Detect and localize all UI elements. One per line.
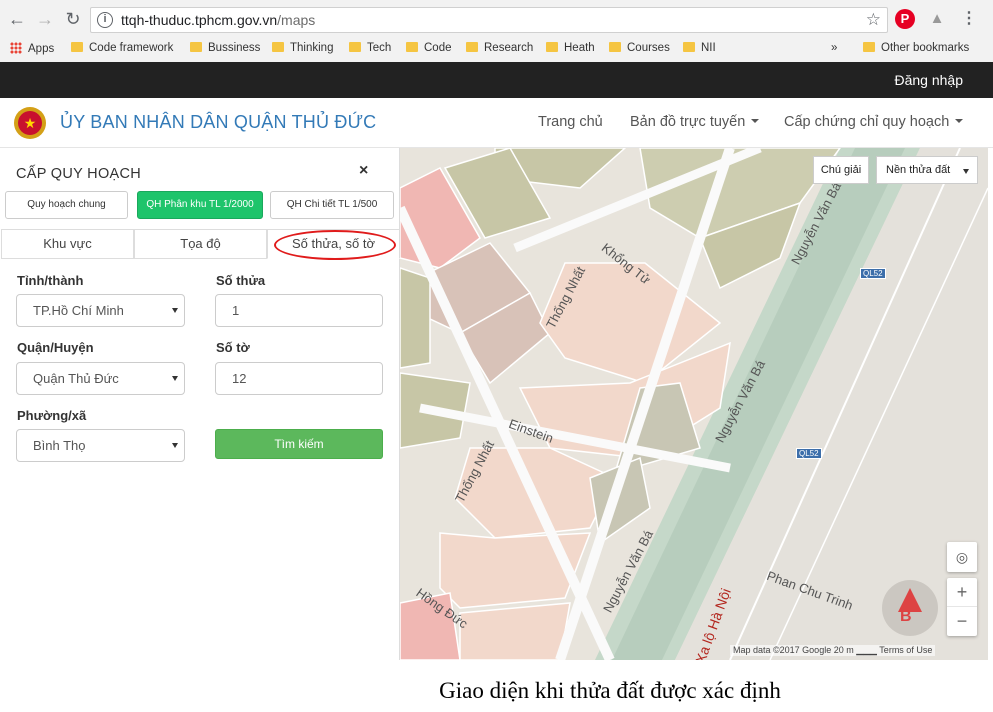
bookmark-heath[interactable]: Heath — [546, 42, 595, 58]
nav-home[interactable]: Trang chủ — [538, 114, 603, 130]
folder-icon — [609, 42, 621, 52]
nav-planning-certificate[interactable]: Cấp chứng chỉ quy hoạch — [784, 114, 964, 130]
parcel-input[interactable]: 1 — [215, 294, 383, 327]
folder-icon — [406, 42, 418, 52]
search-button[interactable]: Tìm kiếm — [215, 429, 383, 459]
bookmark-tech[interactable]: Tech — [349, 42, 391, 58]
back-icon[interactable]: ← — [6, 8, 28, 30]
pinterest-icon[interactable]: P — [895, 9, 915, 29]
address-bar[interactable]: i ttqh-thuduc.tphcm.gov.vn/maps ☆ — [90, 7, 888, 33]
bookmark-code-framework[interactable]: Code framework — [71, 42, 173, 58]
detailed-plan-button[interactable]: QH Chi tiết TL 1/500 — [270, 191, 394, 219]
tab-area[interactable]: Khu vực — [1, 229, 134, 259]
drive-icon[interactable]: ▲ — [927, 9, 947, 29]
figure-caption: Giao diện khi thửa đất được xác định — [439, 678, 781, 703]
sheet-input[interactable]: 12 — [215, 362, 383, 395]
top-bar: Đăng nhập — [0, 62, 993, 98]
info-icon[interactable]: i — [97, 12, 113, 28]
caret-down-icon — [751, 119, 760, 123]
bookmark-nii[interactable]: NII — [683, 42, 716, 58]
folder-icon — [349, 42, 361, 52]
panel-title: CẤP QUY HOẠCH — [16, 166, 142, 182]
nav-online-map[interactable]: Bản đồ trực tuyến — [630, 114, 760, 130]
highlight-ellipse — [274, 230, 396, 260]
folder-icon — [863, 42, 875, 52]
browser-toolbar: ← → ↻ i ttqh-thuduc.tphcm.gov.vn/maps ☆ … — [0, 0, 993, 38]
reload-icon[interactable]: ↻ — [62, 8, 84, 30]
route-badge: QL52 — [796, 448, 822, 459]
folder-icon — [683, 42, 695, 52]
parcel-label: Số thửa — [216, 273, 266, 288]
login-link[interactable]: Đăng nhập — [894, 72, 963, 88]
bookmarks-bar: Apps Code framework Bussiness Thinking T… — [0, 38, 993, 62]
brand-title[interactable]: ỦY BAN NHÂN DÂN QUẬN THỦ ĐỨC — [60, 112, 376, 133]
close-icon[interactable]: × — [359, 162, 368, 180]
zoom-out-button[interactable]: − — [947, 607, 977, 636]
bookmark-apps[interactable]: Apps — [10, 42, 54, 58]
compass-icon[interactable]: B — [882, 580, 938, 636]
zoom-control: + − — [947, 578, 977, 636]
bookmark-thinking[interactable]: Thinking — [272, 42, 333, 58]
url-text: ttqh-thuduc.tphcm.gov.vn/maps — [121, 12, 316, 28]
map-view[interactable]: Nguyễn Văn Bá Khổng Tử Thống Nhất Nguyễn… — [400, 148, 988, 660]
bookmark-courses[interactable]: Courses — [609, 42, 670, 58]
browser-chrome: ← → ↻ i ttqh-thuduc.tphcm.gov.vn/maps ☆ … — [0, 0, 993, 62]
district-select[interactable]: Quận Thủ Đức — [16, 362, 185, 395]
bookmark-code[interactable]: Code — [406, 42, 452, 58]
planning-panel: CẤP QUY HOẠCH × Quy hoạch chung QH Phân … — [0, 148, 400, 660]
ward-label: Phường/xã — [17, 408, 87, 423]
layer-select[interactable]: Nền thửa đất — [876, 156, 978, 184]
caret-down-icon — [963, 169, 969, 174]
national-emblem-logo: ★ — [14, 107, 46, 139]
folder-icon — [71, 42, 83, 52]
bookmark-bussiness[interactable]: Bussiness — [190, 42, 260, 58]
district-label: Quận/Huyện — [17, 340, 94, 355]
menu-dots-icon[interactable]: ⋮ — [959, 9, 979, 29]
my-location-icon[interactable]: ◎ — [947, 542, 977, 572]
forward-icon[interactable]: → — [34, 8, 56, 30]
map-attribution: Map data ©2017 Google 20 m ▁▁▁ Terms of … — [730, 645, 936, 656]
tab-coordinates[interactable]: Tọa độ — [134, 229, 267, 259]
zoom-in-button[interactable]: + — [947, 578, 977, 607]
legend-button[interactable]: Chú giải — [813, 156, 869, 184]
province-label: Tỉnh/thành — [17, 273, 84, 288]
bookmark-other[interactable]: Other bookmarks — [863, 42, 969, 58]
zoning-plan-button[interactable]: QH Phân khu TL 1/2000 — [137, 191, 263, 219]
route-badge: QL52 — [860, 268, 886, 279]
bookmark-research[interactable]: Research — [466, 42, 533, 58]
page-edge — [988, 148, 993, 660]
site-header: ★ ỦY BAN NHÂN DÂN QUẬN THỦ ĐỨC Trang chủ… — [0, 98, 993, 148]
province-select[interactable]: TP.Hồ Chí Minh — [16, 294, 185, 327]
caret-down-icon — [955, 119, 964, 123]
folder-icon — [546, 42, 558, 52]
folder-icon — [190, 42, 202, 52]
ward-select[interactable]: Bình Thọ — [16, 429, 185, 462]
sheet-label: Số tờ — [216, 340, 250, 355]
apps-grid-icon — [10, 42, 22, 54]
folder-icon — [272, 42, 284, 52]
bookmark-star-icon[interactable]: ☆ — [866, 10, 881, 30]
folder-icon — [466, 42, 478, 52]
bookmark-overflow[interactable]: » — [831, 42, 837, 58]
general-plan-button[interactable]: Quy hoạch chung — [5, 191, 128, 219]
